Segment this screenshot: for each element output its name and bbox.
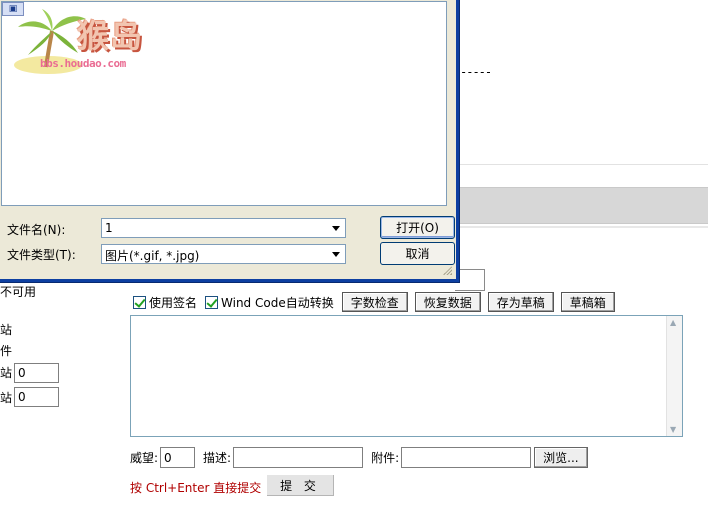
draft-box-button[interactable]: 草稿箱	[560, 292, 615, 312]
file-name-value: 1	[105, 221, 113, 235]
section-header-band	[458, 187, 708, 224]
submit-hint: 按 Ctrl+Enter 直接提交	[130, 481, 262, 495]
scroll-down-icon[interactable]: ▼	[670, 425, 676, 434]
logo-url: bbs.houdao.com	[40, 57, 126, 70]
file-type-value: 图片(*.gif, *.jpg)	[105, 249, 200, 263]
left-label-3: 站	[0, 366, 13, 380]
open-button[interactable]: 打开(O)	[380, 216, 455, 239]
chevron-down-icon[interactable]	[328, 220, 344, 236]
use-signature-label: 使用签名	[149, 295, 198, 310]
submit-button[interactable]: 提 交	[267, 475, 334, 496]
divider-line	[458, 164, 708, 165]
dialog-body: ▣ 猴岛 bbs.houdao.com 文件名(N): 1 文件类型(T): 图…	[0, 0, 456, 279]
open-file-dialog: ▣ 猴岛 bbs.houdao.com 文件名(N): 1 文件类型(T): 图…	[0, 0, 460, 283]
word-count-button[interactable]: 字数检查	[341, 292, 408, 312]
points-input-1[interactable]	[14, 363, 59, 383]
prestige-input[interactable]	[160, 447, 196, 468]
attachment-input[interactable]	[401, 447, 532, 468]
file-type-combo[interactable]: 图片(*.gif, *.jpg)	[101, 244, 346, 264]
resize-grip-icon[interactable]	[442, 265, 452, 275]
description-label: 描述:	[203, 451, 232, 465]
checkbox-checked-icon	[133, 295, 146, 309]
houdao-logo-thumbnail[interactable]: 猴岛 bbs.houdao.com	[12, 9, 162, 77]
prestige-label: 威望:	[130, 451, 159, 465]
logo-title: 猴岛	[77, 17, 144, 55]
left-label-1: 站	[0, 323, 13, 337]
file-name-label: 文件名(N):	[7, 223, 66, 237]
wind-code-checkbox[interactable]: Wind Code自动转换	[205, 294, 342, 311]
wind-code-label: Wind Code自动转换	[221, 295, 334, 310]
attachment-label: 附件:	[371, 451, 400, 465]
divider-line-secondary	[458, 226, 708, 228]
file-type-label: 文件类型(T):	[7, 248, 76, 262]
file-list-view[interactable]: ▣ 猴岛 bbs.houdao.com	[1, 1, 447, 206]
browse-button[interactable]: 浏览...	[534, 447, 588, 468]
separator-dashes: -----	[460, 65, 492, 79]
file-name-combo[interactable]: 1	[101, 218, 346, 238]
left-label-4: 站	[0, 391, 13, 405]
cancel-button[interactable]: 取消	[380, 242, 455, 265]
chevron-down-icon[interactable]	[328, 246, 344, 262]
use-signature-checkbox[interactable]: 使用签名	[133, 294, 205, 311]
textarea-scrollbar[interactable]: ▲ ▼	[666, 316, 682, 436]
left-label-2: 件	[0, 344, 13, 358]
save-draft-button[interactable]: 存为草稿	[487, 292, 554, 312]
editor-options-row: 使用签名 Wind Code自动转换 字数检查 恢复数据 存为草稿 草稿箱	[133, 292, 622, 312]
scroll-up-icon[interactable]: ▲	[670, 318, 676, 327]
attachment-row: 威望: 描述: 附件: 浏览...	[130, 447, 588, 468]
description-input[interactable]	[233, 447, 364, 468]
post-content-textarea[interactable]: ▲ ▼	[130, 315, 683, 437]
checkbox-checked-icon	[205, 295, 219, 309]
points-input-2[interactable]	[14, 387, 59, 407]
restore-data-button[interactable]: 恢复数据	[414, 292, 481, 312]
status-label: 不可用	[0, 285, 37, 299]
